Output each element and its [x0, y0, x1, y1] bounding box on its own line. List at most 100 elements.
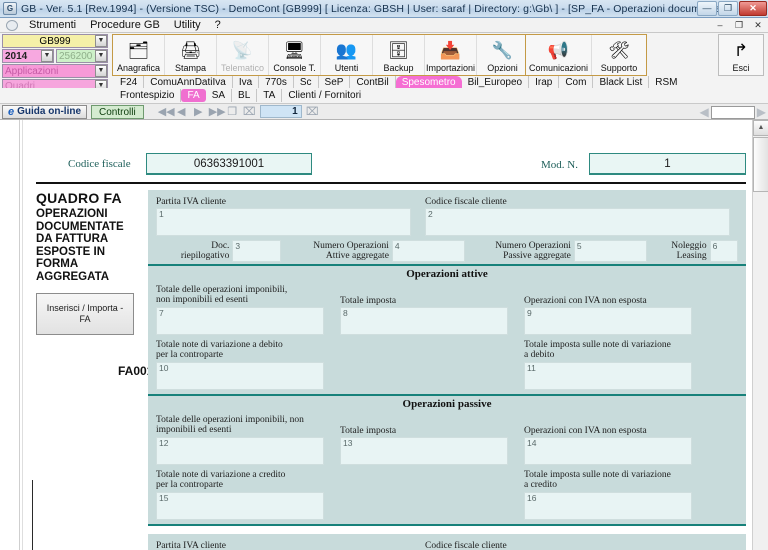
partita-iva-cliente-label-2: Partita IVA cliente	[156, 540, 227, 550]
toolbar-button-anagrafica[interactable]: 🗂 Anagrafica	[113, 35, 165, 75]
f13-field[interactable]: 13	[340, 436, 508, 465]
record-navigation-bar: e Guida on-line Controlli ◀◀ ◀ ▶ ▶▶ ❐ ⌧ …	[0, 103, 768, 120]
field-number: 1	[159, 208, 164, 219]
num-op-attive-field-1[interactable]: 4	[391, 239, 466, 262]
noleggio-leasing-field-1[interactable]: 6	[709, 239, 738, 262]
toolbar-button-supporto[interactable]: 🛠 Supporto	[592, 35, 646, 75]
exit-door-icon: ↱	[733, 41, 749, 60]
f15-field[interactable]: 15	[156, 491, 324, 520]
menu-item-procedure-gb[interactable]: Procedure GB	[83, 18, 167, 33]
maximize-button[interactable]: ❐	[718, 1, 738, 16]
chevron-down-icon[interactable]: ▼	[41, 50, 53, 62]
quadro-block: QUADRO FA OPERAZIONI DOCUMENTATE DA FATT…	[36, 190, 144, 335]
scroll-right-icon[interactable]: ▶	[757, 105, 766, 119]
code-selector[interactable]: 256200 - ▼	[56, 49, 108, 63]
num-op-passive-field-1[interactable]: 5	[573, 239, 648, 262]
scroll-up-icon[interactable]: ▲	[753, 120, 768, 136]
field-number: 14	[527, 437, 537, 448]
transmit-icon: 📡	[231, 41, 254, 60]
field-number: 16	[527, 492, 537, 503]
megaphone-icon: 📢	[547, 41, 570, 60]
f8-field[interactable]: 8	[340, 306, 508, 335]
tab-sa[interactable]: SA	[206, 89, 233, 102]
menu-item-help[interactable]: ?	[208, 18, 228, 33]
form-sheet: inisteriale Codice fiscale 06363391001 M…	[0, 120, 752, 550]
f7-field[interactable]: 7	[156, 306, 324, 335]
codice-fiscale-cliente-field-1[interactable]: 2	[425, 207, 730, 236]
prev-record-icon[interactable]: ◀	[175, 105, 188, 118]
codice-fiscale-field[interactable]: 06363391001	[146, 153, 312, 175]
year-selector[interactable]: 2014 ▼	[2, 49, 54, 63]
toolbar-button-console-t[interactable]: 🖥 Console T.	[269, 35, 321, 75]
f16-field[interactable]: 16	[524, 491, 692, 520]
guida-online-button[interactable]: e Guida on-line	[2, 104, 88, 119]
cliente-block-2: Partita IVA cliente 1 Codice fiscale cli…	[148, 534, 746, 550]
delete-page-icon[interactable]: ⌧	[306, 105, 319, 118]
last-record-icon[interactable]: ▶▶	[209, 105, 226, 118]
mdi-close-button[interactable]: ✕	[750, 18, 766, 32]
right-navigation: ◀ ▶	[700, 105, 766, 119]
toolbar-button-opzioni[interactable]: 🔧 Opzioni	[477, 35, 529, 75]
minimize-button[interactable]: —	[697, 1, 717, 16]
field-number: 8	[343, 307, 348, 318]
menu-item-strumenti[interactable]: Strumenti	[22, 18, 83, 33]
tab-bl[interactable]: BL	[232, 89, 258, 102]
vertical-scrollbar[interactable]: ▲	[752, 120, 768, 550]
toolbar-button-utenti[interactable]: 👥 Utenti	[321, 35, 373, 75]
tab-clienti-fornitori[interactable]: Clienti / Fornitori	[282, 89, 367, 102]
window-title: GB - Ver. 5.1 [Rev.1994] - (Versione TSC…	[21, 2, 760, 15]
f14-field[interactable]: 14	[524, 436, 692, 465]
chevron-down-icon[interactable]: ▼	[95, 35, 107, 47]
mod-n-field[interactable]: 1	[589, 153, 746, 175]
close-button[interactable]: ✕	[739, 1, 767, 16]
page-number-input[interactable]: 1	[259, 105, 302, 118]
applications-selector[interactable]: Applicazioni ▼	[2, 64, 108, 78]
f10-field[interactable]: 10	[156, 361, 324, 390]
scrollbar-thumb[interactable]	[753, 137, 768, 192]
partita-iva-cliente-field-1[interactable]: 1	[156, 207, 411, 236]
toolbar-button-stampa[interactable]: 🖨 Stampa	[165, 35, 217, 75]
support-icon: 🛠	[608, 41, 630, 60]
system-menu-icon[interactable]	[6, 19, 18, 31]
doc-riepilogativo-field-1[interactable]: 3	[232, 239, 282, 262]
console-icon: 🖥	[283, 41, 306, 60]
wrench-icon: 🔧	[491, 41, 514, 60]
inserisci-importa-fa-button[interactable]: Inserisci / Importa - FA	[36, 293, 134, 335]
menu-item-utility[interactable]: Utility	[167, 18, 208, 33]
f11-field[interactable]: 11	[524, 361, 692, 390]
scroll-left-icon[interactable]: ◀	[700, 105, 709, 119]
operazioni-attive-title: Operazioni attive	[406, 267, 488, 280]
partita-iva-cliente-label-1: Partita IVA cliente	[156, 197, 227, 207]
right-nav-input[interactable]	[710, 105, 755, 119]
toolbar-button-importazioni[interactable]: 📥 Importazioni	[425, 35, 477, 75]
chevron-down-icon[interactable]: ▼	[95, 65, 107, 77]
delete-record-icon[interactable]: ⌧	[243, 105, 256, 118]
num-op-passive-label-1: Numero Operazioni Passive aggregate	[495, 240, 571, 262]
first-record-icon[interactable]: ◀◀	[158, 105, 175, 118]
field-number: 10	[159, 362, 169, 373]
mdi-minimize-button[interactable]: –	[712, 18, 728, 32]
tab-ta[interactable]: TA	[257, 89, 283, 102]
operazioni-passive-block: Totale delle operazioni imponibili, non …	[148, 413, 746, 520]
mdi-restore-button[interactable]: ❐	[731, 18, 747, 32]
toolbar-band: GB999 ▼ 2014 ▼ 256200 - ▼ Applicazioni ▼…	[0, 33, 768, 93]
company-selector[interactable]: GB999 ▼	[2, 34, 108, 48]
document-content-area: inisteriale Codice fiscale 06363391001 M…	[0, 120, 768, 550]
toolbar-button-esci[interactable]: ↱ Esci	[719, 35, 763, 75]
field-number: 5	[576, 240, 582, 251]
tab-fa[interactable]: FA	[181, 89, 206, 102]
tab-frontespizio[interactable]: Frontespizio	[114, 89, 182, 102]
new-record-icon[interactable]: ❐	[226, 105, 239, 118]
toolbar-button-comunicazioni[interactable]: 📢 Comunicazioni	[526, 35, 592, 75]
f9-field[interactable]: 9	[524, 306, 692, 335]
guida-online-label: Guida on-line	[17, 106, 82, 117]
document-header: Codice fiscale 06363391001 Mod. N. 1	[36, 148, 746, 180]
f12-label: Totale delle operazioni imponibili, non …	[156, 414, 304, 436]
doc-riepilogativo-label-1: Doc. riepilogativo	[180, 240, 230, 262]
f12-field[interactable]: 12	[156, 436, 324, 465]
address-book-icon: 🗂	[127, 41, 150, 60]
controlli-button[interactable]: Controlli	[91, 104, 144, 119]
chevron-down-icon[interactable]: ▼	[95, 50, 107, 62]
next-record-icon[interactable]: ▶	[192, 105, 205, 118]
toolbar-button-backup[interactable]: 🗄 Backup	[373, 35, 425, 75]
